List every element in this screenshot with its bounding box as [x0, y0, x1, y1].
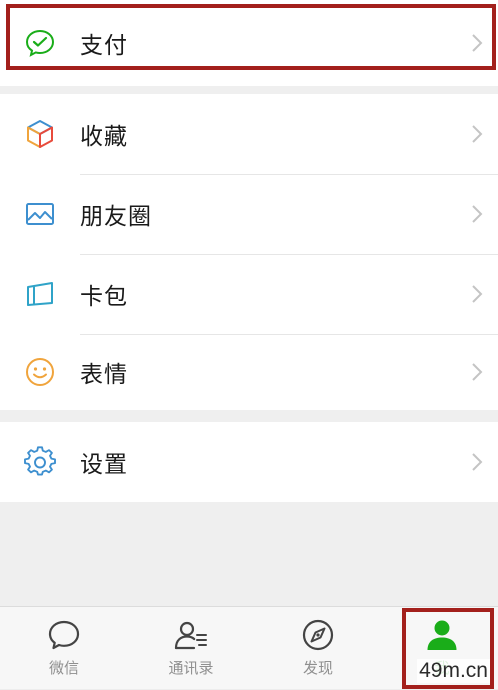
sticker-smiley-icon	[26, 358, 54, 386]
cards-label: 卡包	[80, 284, 128, 310]
pay-group: 支付	[0, 0, 498, 86]
favorites-row[interactable]: 收藏	[0, 94, 498, 174]
chat-bubble-icon	[48, 620, 80, 650]
chevron-right-icon	[472, 34, 483, 52]
pay-row[interactable]: 支付	[0, 3, 498, 83]
watermark-text: 49m.cn	[417, 659, 490, 683]
chevron-right-icon	[472, 453, 483, 471]
moments-row[interactable]: 朋友圈	[0, 174, 498, 254]
favorites-label: 收藏	[80, 124, 128, 150]
chevron-right-icon	[472, 125, 483, 143]
card-wallet-icon	[27, 282, 53, 306]
tab-contacts[interactable]: 通讯录	[129, 607, 253, 690]
me-page: 支付 收藏 朋友圈 卡包 表情 设置 微信 通讯录 发现 49m.cn	[0, 0, 498, 689]
person-icon	[427, 620, 457, 650]
contacts-icon	[174, 621, 207, 650]
features-group: 收藏 朋友圈 卡包 表情	[0, 94, 498, 410]
tab-chats[interactable]: 微信	[2, 607, 126, 690]
favorites-cube-icon	[27, 120, 53, 148]
tab-contacts-label: 通讯录	[168, 659, 214, 677]
tab-discover[interactable]: 发现	[256, 607, 380, 690]
stickers-label: 表情	[80, 362, 128, 388]
cards-row[interactable]: 卡包	[0, 254, 498, 334]
settings-row[interactable]: 设置	[0, 422, 498, 502]
moments-image-icon	[26, 203, 54, 225]
chevron-right-icon	[472, 363, 483, 381]
compass-icon	[302, 619, 334, 651]
settings-group: 设置	[0, 422, 498, 502]
tab-discover-label: 发现	[302, 659, 333, 677]
chevron-right-icon	[472, 285, 483, 303]
pay-label: 支付	[80, 33, 128, 59]
tab-chats-label: 微信	[48, 659, 79, 677]
wechat-pay-icon	[25, 29, 55, 57]
settings-label: 设置	[80, 452, 128, 478]
moments-label: 朋友圈	[80, 204, 152, 230]
gear-icon	[24, 446, 56, 476]
stickers-row[interactable]: 表情	[0, 332, 498, 412]
chevron-right-icon	[472, 205, 483, 223]
